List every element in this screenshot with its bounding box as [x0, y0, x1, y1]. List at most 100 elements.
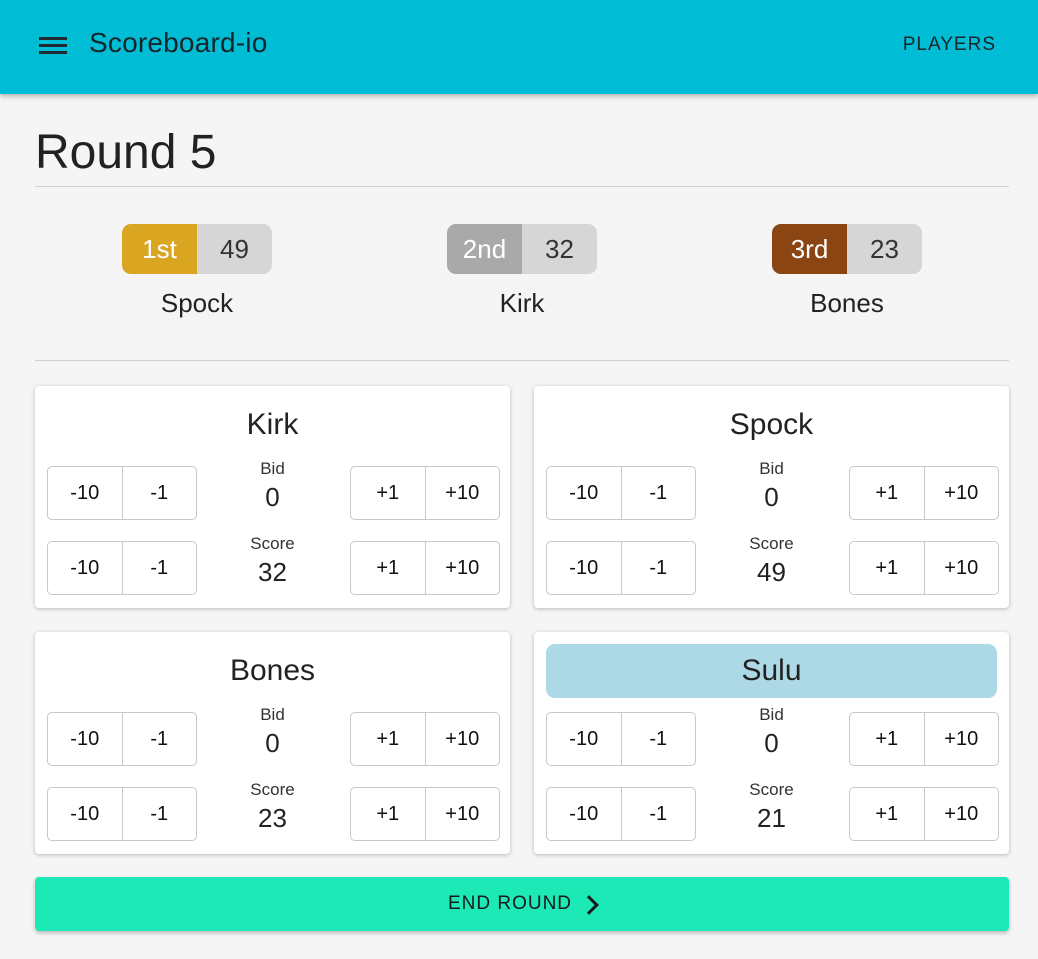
end-round-button[interactable]: END ROUND — [35, 877, 1009, 931]
bid-plus-one-button[interactable]: +1 — [351, 713, 425, 765]
player-card-sulu: Sulu -10 -1 Bid 0 +1 +10 -10 -1 Score 21… — [534, 632, 1009, 854]
bid-decrease-group: -10 -1 — [47, 466, 197, 520]
score-plus-one-button[interactable]: +1 — [351, 788, 425, 840]
bid-label: Bid — [260, 705, 285, 724]
app-title: Scoreboard-io — [89, 27, 268, 58]
score-increase-group: +1 +10 — [849, 541, 999, 595]
bid-label: Bid — [260, 459, 285, 478]
bid-value: 0 — [764, 728, 779, 758]
bid-plus-ten-button[interactable]: +10 — [424, 467, 500, 519]
score-increase-group: +1 +10 — [350, 541, 500, 595]
title-divider — [35, 186, 1009, 187]
rank-chip: 1st 49 — [122, 224, 272, 274]
score-increase-group: +1 +10 — [350, 787, 500, 841]
rank-chip: 2nd 32 — [447, 224, 597, 274]
podium-name: Spock — [160, 288, 234, 318]
rank-score: 32 — [545, 234, 574, 264]
bid-plus-one-button[interactable]: +1 — [850, 467, 924, 519]
bid-minus-one-button[interactable]: -1 — [620, 467, 696, 519]
rank-badge: 3rd — [772, 224, 847, 274]
player-name-active: Sulu — [546, 644, 997, 698]
podium-name: Kirk — [499, 288, 545, 318]
players-button[interactable]: PLAYERS — [891, 30, 1008, 60]
app-toolbar: Scoreboard-io PLAYERS — [0, 0, 1038, 94]
bid-minus-ten-button[interactable]: -10 — [547, 467, 621, 519]
player-card-bones: Bones -10 -1 Bid 0 +1 +10 -10 -1 Score 2… — [35, 632, 510, 854]
bid-plus-ten-button[interactable]: +10 — [923, 467, 999, 519]
bid-decrease-group: -10 -1 — [546, 466, 696, 520]
score-value: 49 — [757, 557, 786, 587]
score-plus-ten-button[interactable]: +10 — [923, 542, 999, 594]
bid-minus-one-button[interactable]: -1 — [121, 467, 197, 519]
score-increase-group: +1 +10 — [849, 787, 999, 841]
score-value: 23 — [258, 803, 287, 833]
bid-minus-one-button[interactable]: -1 — [121, 713, 197, 765]
chevron-right-icon — [579, 894, 599, 915]
bid-increase-group: +1 +10 — [849, 712, 999, 766]
score-minus-one-button[interactable]: -1 — [121, 542, 197, 594]
score-minus-one-button[interactable]: -1 — [620, 542, 696, 594]
rank-score: 23 — [870, 234, 899, 264]
bid-increase-group: +1 +10 — [350, 466, 500, 520]
menu-icon[interactable] — [36, 32, 70, 60]
bid-display: Bid 0 — [222, 705, 323, 759]
round-title: Round 5 — [35, 126, 217, 179]
score-label: Score — [250, 780, 295, 799]
score-decrease-group: -10 -1 — [47, 787, 197, 841]
score-display: Score 32 — [222, 534, 323, 588]
podium-second: 2nd 32 Kirk — [422, 224, 622, 319]
score-display: Score 49 — [721, 534, 822, 588]
score-value: 21 — [757, 803, 786, 833]
bid-plus-ten-button[interactable]: +10 — [923, 713, 999, 765]
player-card-kirk: Kirk -10 -1 Bid 0 +1 +10 -10 -1 Score 32… — [35, 386, 510, 608]
score-minus-ten-button[interactable]: -10 — [48, 788, 122, 840]
bid-minus-ten-button[interactable]: -10 — [48, 713, 122, 765]
bid-plus-ten-button[interactable]: +10 — [424, 713, 500, 765]
score-plus-one-button[interactable]: +1 — [351, 542, 425, 594]
bid-display: Bid 0 — [222, 459, 323, 513]
bid-label: Bid — [759, 459, 784, 478]
player-name: Bones — [229, 654, 316, 687]
score-plus-ten-button[interactable]: +10 — [424, 788, 500, 840]
score-display: Score 21 — [721, 780, 822, 834]
rank-chip: 3rd 23 — [772, 224, 922, 274]
podium-name: Bones — [810, 288, 884, 318]
bid-plus-one-button[interactable]: +1 — [850, 713, 924, 765]
bid-decrease-group: -10 -1 — [47, 712, 197, 766]
bid-minus-ten-button[interactable]: -10 — [547, 713, 621, 765]
score-plus-ten-button[interactable]: +10 — [424, 542, 500, 594]
player-name: Spock — [729, 408, 814, 441]
score-display: Score 23 — [222, 780, 323, 834]
rank-badge: 2nd — [447, 224, 522, 274]
score-minus-ten-button[interactable]: -10 — [547, 788, 621, 840]
bid-minus-ten-button[interactable]: -10 — [48, 467, 122, 519]
bid-increase-group: +1 +10 — [350, 712, 500, 766]
score-plus-one-button[interactable]: +1 — [850, 788, 924, 840]
score-minus-one-button[interactable]: -1 — [620, 788, 696, 840]
bid-plus-one-button[interactable]: +1 — [351, 467, 425, 519]
score-plus-one-button[interactable]: +1 — [850, 542, 924, 594]
bid-display: Bid 0 — [721, 459, 822, 513]
bid-increase-group: +1 +10 — [849, 466, 999, 520]
bid-label: Bid — [759, 705, 784, 724]
player-name: Kirk — [246, 408, 299, 441]
score-label: Score — [749, 780, 794, 799]
score-minus-ten-button[interactable]: -10 — [48, 542, 122, 594]
bid-minus-one-button[interactable]: -1 — [620, 713, 696, 765]
podium-third: 3rd 23 Bones — [747, 224, 947, 319]
score-decrease-group: -10 -1 — [47, 541, 197, 595]
player-card-spock: Spock -10 -1 Bid 0 +1 +10 -10 -1 Score 4… — [534, 386, 1009, 608]
bid-value: 0 — [764, 482, 779, 512]
score-decrease-group: -10 -1 — [546, 787, 696, 841]
score-value: 32 — [258, 557, 287, 587]
score-minus-one-button[interactable]: -1 — [121, 788, 197, 840]
bid-display: Bid 0 — [721, 705, 822, 759]
score-decrease-group: -10 -1 — [546, 541, 696, 595]
score-plus-ten-button[interactable]: +10 — [923, 788, 999, 840]
score-label: Score — [250, 534, 295, 553]
bid-value: 0 — [265, 482, 280, 512]
bid-decrease-group: -10 -1 — [546, 712, 696, 766]
podium-divider — [35, 360, 1009, 361]
score-minus-ten-button[interactable]: -10 — [547, 542, 621, 594]
rank-badge: 1st — [122, 224, 197, 274]
